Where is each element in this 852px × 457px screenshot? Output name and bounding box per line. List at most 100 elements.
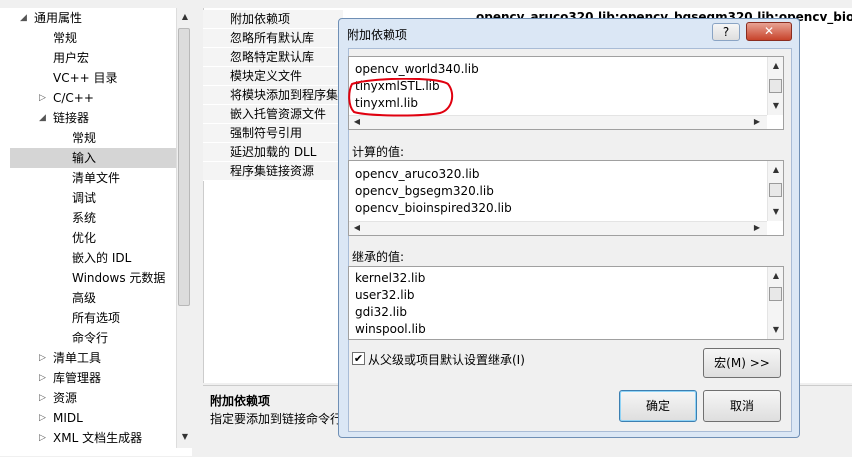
tree-item-label: XML 文档生成器: [53, 431, 143, 445]
scroll-left-arrow-icon[interactable]: ◀: [349, 223, 365, 232]
expand-right-icon[interactable]: ▷: [39, 428, 46, 448]
tree-item-label: Windows 元数据: [72, 271, 166, 285]
inherited-values-label: 继承的值:: [352, 250, 405, 264]
cancel-button[interactable]: 取消: [703, 390, 781, 422]
tree-item-label: C/C++: [53, 91, 94, 105]
tree-item[interactable]: ◢ 通用属性: [0, 8, 176, 28]
computed-values-list: opencv_aruco320.lib opencv_bgsegm320.lib…: [348, 160, 784, 236]
tree-item[interactable]: 嵌入的 IDL: [0, 248, 176, 268]
tree-item-label: 清单文件: [72, 171, 121, 185]
inherited-scroll-thumb[interactable]: [769, 287, 782, 301]
ok-button[interactable]: 确定: [619, 390, 697, 422]
inherit-checkbox[interactable]: ✔: [352, 352, 365, 365]
property-row[interactable]: 附加依赖项: [203, 10, 343, 29]
macro-button[interactable]: 宏(M) >>: [703, 348, 781, 378]
list-item[interactable]: opencv_world340.lib: [355, 62, 479, 76]
scroll-up-arrow-icon[interactable]: ▲: [768, 165, 784, 174]
tree-item[interactable]: Windows 元数据: [0, 268, 176, 288]
tree-item[interactable]: 优化: [0, 228, 176, 248]
tree-item[interactable]: 高级: [0, 288, 176, 308]
computed-scroll-thumb[interactable]: [769, 183, 782, 197]
expand-down-icon[interactable]: ◢: [20, 8, 27, 28]
computed-hscroll[interactable]: ◀ ▶: [349, 221, 767, 235]
scroll-down-arrow-icon[interactable]: ▼: [768, 325, 784, 334]
edit-scroll-thumb[interactable]: [769, 79, 782, 93]
expand-down-icon[interactable]: ◢: [39, 108, 46, 128]
tree-item-label: 输入: [72, 151, 97, 165]
scroll-right-arrow-icon[interactable]: ▶: [749, 117, 765, 126]
property-row[interactable]: 延迟加载的 DLL: [203, 143, 343, 162]
description-text: 指定要添加到链接命令行: [210, 412, 343, 426]
tree-item[interactable]: ▷ 清单工具: [0, 348, 176, 368]
expand-right-icon[interactable]: ▷: [39, 368, 46, 388]
property-row[interactable]: 模块定义文件: [203, 67, 343, 86]
tree-item[interactable]: ▷ C/C++: [0, 88, 176, 108]
property-row[interactable]: 将模块添加到程序集: [203, 86, 343, 105]
computed-values-label: 计算的值:: [352, 145, 405, 159]
tree-item[interactable]: 命令行: [0, 328, 176, 348]
tree-item-label: 嵌入的 IDL: [72, 251, 132, 265]
description-title: 附加依赖项: [210, 394, 271, 408]
close-button[interactable]: ✕: [746, 22, 792, 41]
tree-item-label: 所有选项: [72, 311, 121, 325]
expand-right-icon[interactable]: ▷: [39, 408, 46, 428]
close-icon: ✕: [763, 24, 775, 38]
scroll-right-arrow-icon[interactable]: ▶: [749, 223, 765, 232]
tree-item[interactable]: ▷ 资源: [0, 388, 176, 408]
tree-item-label: 常规: [72, 131, 97, 145]
tree-item-label: 用户宏: [53, 51, 90, 65]
tree-item-label: 调试: [72, 191, 97, 205]
property-row[interactable]: 忽略特定默认库: [203, 48, 343, 67]
tree-item[interactable]: 调试: [0, 188, 176, 208]
list-item: opencv_aruco320.lib: [355, 167, 480, 181]
tree-item[interactable]: VC++ 目录: [0, 68, 176, 88]
tree-item[interactable]: 用户宏: [0, 48, 176, 68]
tree-item-label: 清单工具: [53, 351, 102, 365]
tree-item-label: 库管理器: [53, 371, 102, 385]
help-icon: ?: [722, 25, 730, 39]
tree-item[interactable]: 常规: [0, 28, 176, 48]
inherited-vscroll[interactable]: ▲ ▼: [767, 267, 783, 339]
tree-item[interactable]: 常规: [0, 128, 176, 148]
scroll-up-arrow-icon[interactable]: ▲: [768, 271, 784, 280]
property-tree: ◢ 通用属性 常规 用户宏 VC++ 目录 ▷ C/C++ ◢ 链接器 常规 输入 清单文件 调试 系统优…: [0, 8, 192, 456]
list-item: opencv_bgsegm320.lib: [355, 184, 494, 198]
list-item: kernel32.lib: [355, 271, 426, 285]
scroll-down-arrow-icon[interactable]: ▼: [768, 101, 784, 110]
scroll-down-arrow-icon[interactable]: ▼: [177, 432, 193, 441]
scroll-down-arrow-icon[interactable]: ▼: [768, 207, 784, 216]
expand-right-icon[interactable]: ▷: [39, 388, 46, 408]
tree-item[interactable]: 系统: [0, 208, 176, 228]
tree-scroll-thumb[interactable]: [178, 28, 190, 306]
tree-item[interactable]: 所有选项: [0, 308, 176, 328]
property-row[interactable]: 程序集链接资源: [203, 162, 343, 181]
tree-item-label: 优化: [72, 231, 97, 245]
scroll-up-arrow-icon[interactable]: ▲: [177, 12, 193, 21]
property-row[interactable]: 强制符号引用: [203, 124, 343, 143]
dialog-title: 附加依赖项: [347, 28, 408, 42]
edit-vscroll[interactable]: ▲ ▼: [767, 57, 783, 115]
expand-right-icon[interactable]: ▷: [39, 348, 46, 368]
tree-item-label: 链接器: [53, 111, 90, 125]
tree-item-label: 常规: [53, 31, 78, 45]
tree-item[interactable]: ▷ XML 文档生成器: [0, 428, 176, 448]
tree-item-label: MIDL: [53, 411, 83, 425]
tree-item-label: VC++ 目录: [53, 71, 118, 85]
tree-item[interactable]: 输入: [10, 148, 176, 168]
tree-item-label: 通用属性: [34, 11, 83, 25]
tree-item[interactable]: 清单文件: [0, 168, 176, 188]
expand-right-icon[interactable]: ▷: [39, 88, 46, 108]
scroll-up-arrow-icon[interactable]: ▲: [768, 61, 784, 70]
red-annotation-ellipse: [348, 78, 454, 117]
inherit-checkbox-label[interactable]: 从父级或项目默认设置继承(I): [368, 351, 525, 368]
tree-item[interactable]: ◢ 链接器: [0, 108, 176, 128]
help-button[interactable]: ?: [712, 23, 740, 41]
property-row[interactable]: 忽略所有默认库: [203, 29, 343, 48]
list-item: user32.lib: [355, 288, 415, 302]
list-item: opencv_bioinspired320.lib: [355, 201, 512, 215]
computed-vscroll[interactable]: ▲ ▼: [767, 161, 783, 221]
tree-item[interactable]: ▷ 库管理器: [0, 368, 176, 388]
tree-item[interactable]: ▷ MIDL: [0, 408, 176, 428]
scroll-left-arrow-icon[interactable]: ◀: [349, 117, 365, 126]
property-row[interactable]: 嵌入托管资源文件: [203, 105, 343, 124]
